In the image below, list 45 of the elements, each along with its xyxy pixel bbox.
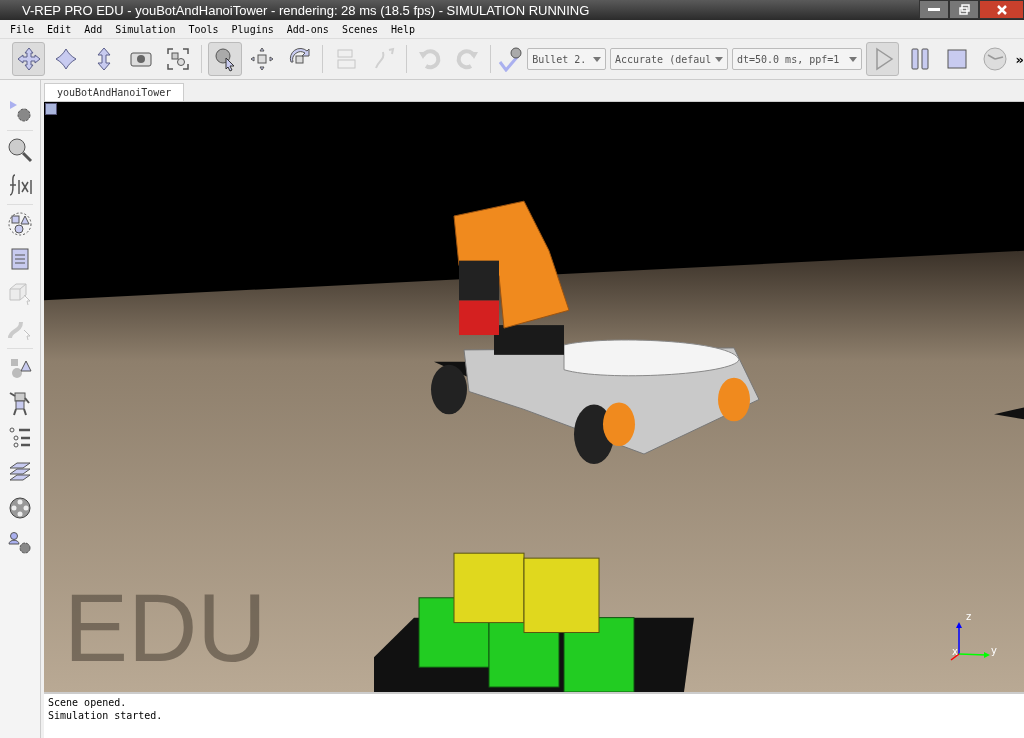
frame-icon — [165, 46, 192, 72]
scene-tab[interactable]: youBotAndHanoiTower — [44, 83, 185, 101]
close-icon — [995, 3, 1008, 16]
window-title: V-REP PRO EDU - youBotAndHanoiTower - rendering: 28 ms (18.5 fps) - SIMULATION RUNNING — [22, 2, 590, 18]
accuracy-dropdown[interactable]: Accurate (defaul — [609, 48, 728, 70]
timestep-dropdown[interactable]: dt=50.0 ms, ppf=1 — [731, 48, 862, 70]
restore-icon — [958, 4, 970, 15]
menu-item[interactable]: Plugins — [231, 23, 274, 35]
menu-item[interactable]: Tools — [188, 23, 219, 35]
position-icon — [249, 46, 276, 72]
maximize-button[interactable] — [949, 0, 979, 19]
list-icon — [7, 425, 33, 451]
view-toggle-icon[interactable] — [45, 103, 57, 115]
menu-item[interactable]: File — [10, 23, 35, 35]
clock-icon — [981, 46, 1008, 72]
axis-label: y — [991, 646, 997, 656]
floor-object-drawing — [994, 407, 1024, 420]
magnifier-icon — [7, 137, 33, 163]
play-button[interactable] — [865, 42, 900, 76]
overflow-chevron[interactable]: » — [1015, 51, 1024, 67]
minimize-icon — [928, 7, 940, 12]
film-reel-icon — [7, 495, 33, 521]
shapes-icon — [7, 211, 33, 237]
move-arrows-icon — [15, 46, 42, 72]
cube-pointer-icon — [7, 281, 33, 307]
menu-item[interactable]: Simulation — [115, 23, 176, 35]
pointer-button[interactable] — [208, 42, 242, 76]
axis-label: z — [966, 612, 972, 622]
console-line: Scene opened. — [48, 696, 128, 709]
menu-item[interactable]: Scenes — [341, 23, 378, 35]
menu-item[interactable]: Edit — [47, 23, 72, 35]
console-line: Simulation started. — [48, 709, 164, 722]
menu-item[interactable]: Add — [84, 23, 103, 35]
edu-overlay-text: EDU — [64, 580, 267, 676]
redo-icon — [454, 46, 481, 72]
axis-label: x — [952, 647, 958, 657]
robot-icon — [7, 390, 33, 416]
menu-item[interactable]: Help — [391, 23, 416, 35]
close-button[interactable] — [979, 0, 1024, 19]
function-icon — [7, 172, 33, 198]
minimize-button[interactable] — [919, 0, 949, 19]
move-arrows-button[interactable] — [12, 42, 46, 76]
checkmark-ball-icon — [497, 46, 524, 72]
engine-dropdown[interactable]: Bullet 2. — [527, 48, 606, 70]
menu-item[interactable]: Add-ons — [286, 23, 329, 35]
